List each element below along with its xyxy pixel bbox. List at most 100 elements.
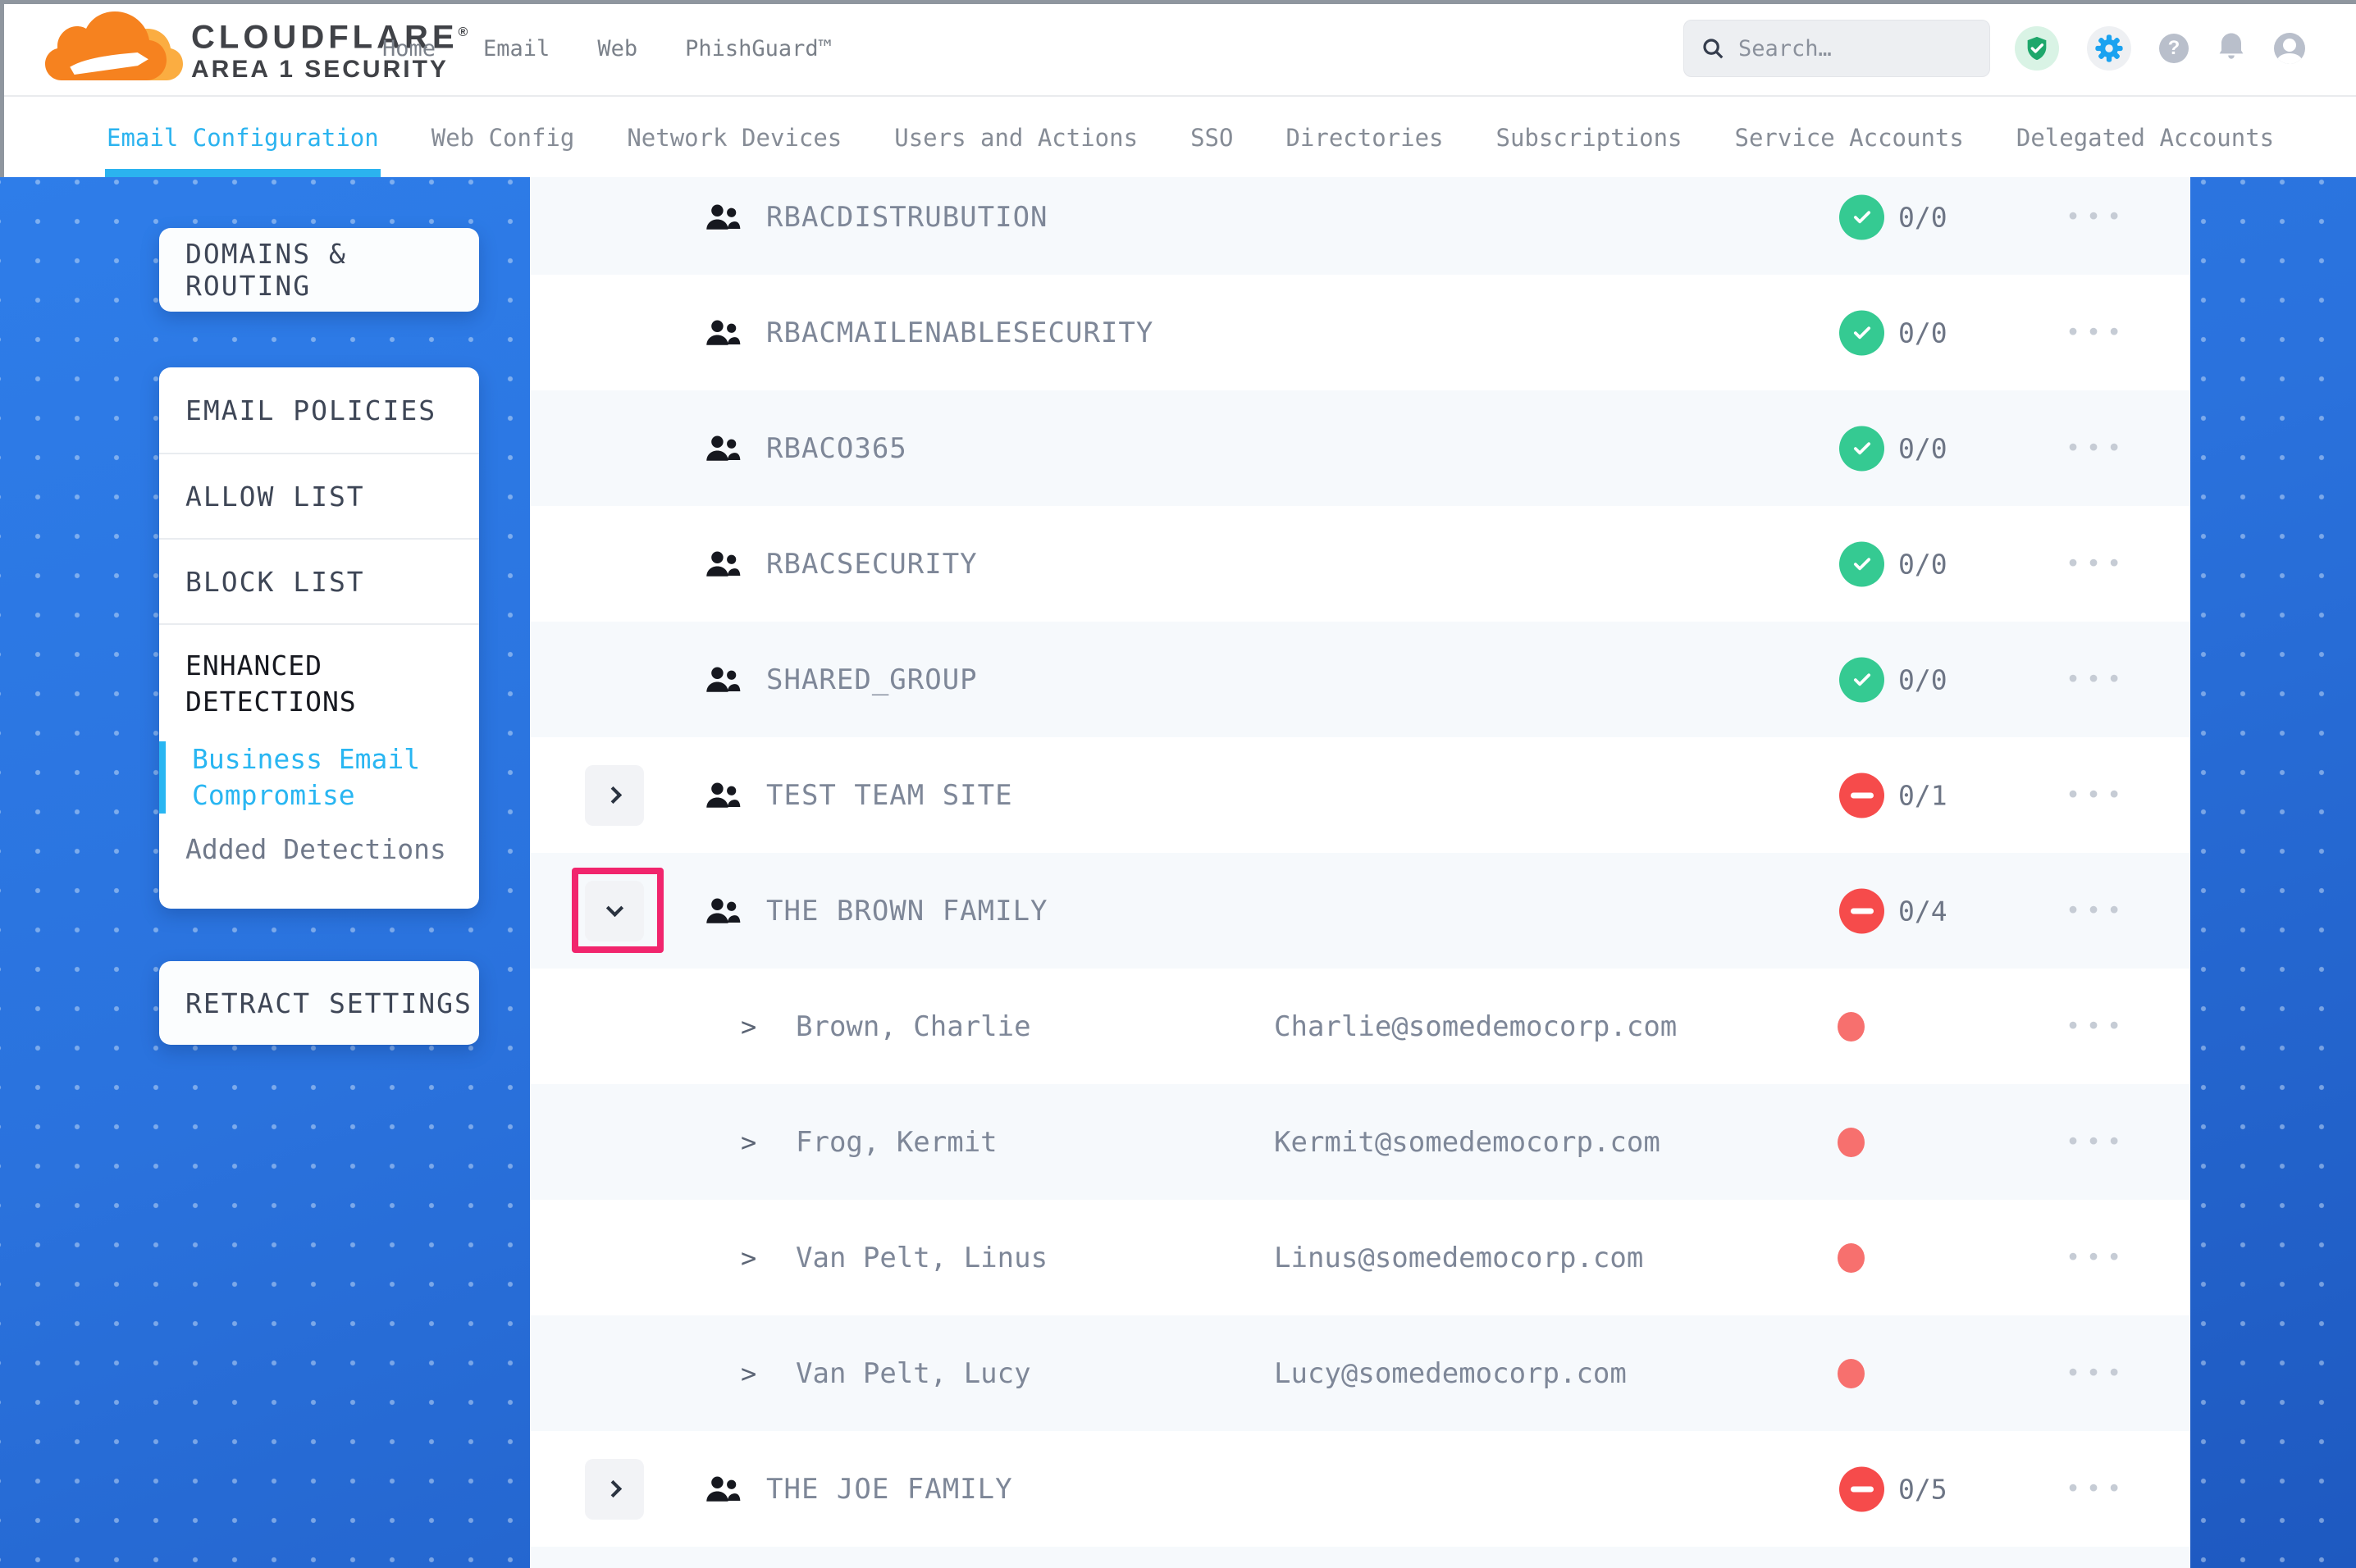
status-badge	[1839, 1466, 1884, 1511]
window-edge-top	[0, 0, 2356, 4]
expander-button[interactable]	[585, 1459, 644, 1520]
row-actions-button[interactable]: •••	[2066, 1359, 2127, 1388]
group-name: SHARED_GROUP	[766, 663, 978, 696]
member-chevron-icon[interactable]: >	[741, 1127, 756, 1158]
row-actions-button[interactable]: •••	[2066, 203, 2127, 231]
member-name: Van Pelt, Linus	[796, 1242, 1048, 1274]
group-icon	[704, 548, 742, 581]
group-row: RBACO365 0/0 •••	[530, 390, 2190, 506]
member-count: 0/5	[1898, 1473, 1947, 1505]
member-status-dot	[1838, 1243, 1865, 1273]
group-icon	[704, 1473, 742, 1506]
row-actions-button[interactable]: •••	[2066, 1128, 2127, 1156]
status-badge	[1839, 888, 1884, 933]
group-row: SHARED_GROUP 0/0 •••	[530, 622, 2190, 737]
nav-home[interactable]: Home	[382, 36, 436, 62]
sidebar-item-business-email-compromise[interactable]: Business Email Compromise	[159, 741, 479, 814]
sidebar-item-enhanced-detections[interactable]: ENHANCED DETECTIONS	[159, 623, 479, 720]
member-chevron-icon[interactable]: >	[741, 1011, 756, 1042]
member-row: > Brown, Charlie Charlie@somedemocorp.co…	[530, 969, 2190, 1084]
expander-button[interactable]	[585, 881, 644, 941]
row-actions-button[interactable]: •••	[2066, 896, 2127, 925]
status-badge	[1839, 657, 1884, 702]
search-icon	[1701, 36, 1725, 61]
nav-email[interactable]: Email	[483, 36, 550, 62]
member-email: Charlie@somedemocorp.com	[1274, 1010, 1677, 1043]
retract-settings-label: RETRACT SETTINGS	[159, 987, 473, 1019]
sidebar-item-email-policies[interactable]: EMAIL POLICIES	[159, 367, 479, 453]
member-count: 0/0	[1898, 663, 1947, 695]
group-icon	[704, 663, 742, 696]
bell-icon[interactable]	[2217, 30, 2246, 66]
row-actions-button[interactable]: •••	[2066, 434, 2127, 463]
domains-routing-label: DOMAINS & ROUTING	[159, 238, 479, 302]
status-badge	[1839, 310, 1884, 355]
tab-network-devices[interactable]: Network Devices	[627, 98, 842, 177]
row-actions-button[interactable]: •••	[2066, 1243, 2127, 1272]
member-count: 0/0	[1898, 317, 1947, 349]
tab-users-and-actions[interactable]: Users and Actions	[894, 98, 1138, 177]
sidebar-item-allow-list[interactable]: ALLOW LIST	[159, 453, 479, 538]
group-icon	[704, 432, 742, 465]
group-row: TEST TEAM SITE 0/1 •••	[530, 737, 2190, 853]
tab-email-configuration[interactable]: Email Configuration	[107, 98, 379, 177]
row-actions-button[interactable]: •••	[2066, 781, 2127, 809]
search-box[interactable]	[1683, 20, 1990, 77]
group-icon	[704, 317, 742, 349]
tab-web-config[interactable]: Web Config	[431, 98, 575, 177]
group-name: TEST TEAM SITE	[766, 779, 1013, 812]
group-name: THE JOE FAMILY	[766, 1473, 1013, 1506]
sidebar-item-added-detections[interactable]: Added Detections	[159, 833, 479, 865]
member-count: 0/0	[1898, 432, 1947, 464]
member-chevron-icon[interactable]: >	[741, 1242, 756, 1274]
status-badge	[1839, 194, 1884, 239]
tab-sso[interactable]: SSO	[1190, 98, 1233, 177]
row-actions-button[interactable]: •••	[2066, 549, 2127, 578]
row-actions-button[interactable]: •••	[2066, 665, 2127, 694]
search-input[interactable]	[1738, 36, 1968, 62]
nav-phishguard[interactable]: PhishGuard™	[685, 36, 832, 62]
group-icon	[704, 895, 742, 928]
expander-button[interactable]	[585, 765, 644, 826]
sidebar-card-domains-routing[interactable]: DOMAINS & ROUTING	[159, 228, 479, 312]
secondary-nav: Email Configuration Web Config Network D…	[0, 98, 2356, 177]
group-row: RBACDISTRUBUTION 0/0 •••	[530, 177, 2190, 275]
group-icon	[704, 779, 742, 812]
groups-list: RBACDISTRUBUTION 0/0 ••• RBACMAILENABLES…	[530, 177, 2190, 1568]
group-name: RBACMAILENABLESECURITY	[766, 317, 1153, 349]
tab-subscriptions[interactable]: Subscriptions	[1496, 98, 1683, 177]
window-edge-left	[0, 0, 4, 177]
gear-icon[interactable]	[2087, 26, 2131, 71]
status-badge	[1839, 773, 1884, 818]
member-row: > Van Pelt, Lucy Lucy@somedemocorp.com •…	[530, 1315, 2190, 1431]
avatar-icon[interactable]	[2274, 33, 2305, 64]
sidebar-item-block-list[interactable]: BLOCK LIST	[159, 538, 479, 623]
member-row: > Van Pelt, Linus Linus@somedemocorp.com…	[530, 1200, 2190, 1315]
shield-check-icon[interactable]	[2015, 26, 2059, 71]
group-row: RBACSECURITY 0/0 •••	[530, 506, 2190, 622]
group-row: THE JOE FAMILY 0/5 •••	[530, 1431, 2190, 1547]
header-icons: ?	[2015, 0, 2305, 97]
member-count: 0/4	[1898, 895, 1947, 927]
primary-header: CLOUDFLARE® AREA 1 SECURITY Home Email W…	[0, 0, 2356, 97]
row-actions-button[interactable]: •••	[2066, 1012, 2127, 1041]
group-name: RBACO365	[766, 432, 907, 465]
row-actions-button[interactable]: •••	[2066, 1475, 2127, 1503]
group-icon	[704, 201, 742, 234]
filler-row	[530, 1547, 2190, 1568]
member-chevron-icon[interactable]: >	[741, 1358, 756, 1389]
member-count: 0/0	[1898, 201, 1947, 233]
member-row: > Frog, Kermit Kermit@somedemocorp.com •…	[530, 1084, 2190, 1200]
tab-directories[interactable]: Directories	[1285, 98, 1443, 177]
member-status-dot	[1838, 1012, 1865, 1042]
member-count: 0/1	[1898, 779, 1947, 811]
sidebar-card-retract-settings[interactable]: RETRACT SETTINGS	[159, 961, 479, 1045]
help-icon[interactable]: ?	[2159, 34, 2189, 63]
nav-web[interactable]: Web	[597, 36, 637, 62]
group-name: RBACDISTRUBUTION	[766, 201, 1048, 234]
cloudflare-cloud-icon	[45, 11, 185, 87]
tab-delegated-accounts[interactable]: Delegated Accounts	[2016, 98, 2274, 177]
tab-service-accounts[interactable]: Service Accounts	[1735, 98, 1964, 177]
sidebar-card-policies: EMAIL POLICIES ALLOW LIST BLOCK LIST ENH…	[159, 367, 479, 909]
row-actions-button[interactable]: •••	[2066, 318, 2127, 347]
